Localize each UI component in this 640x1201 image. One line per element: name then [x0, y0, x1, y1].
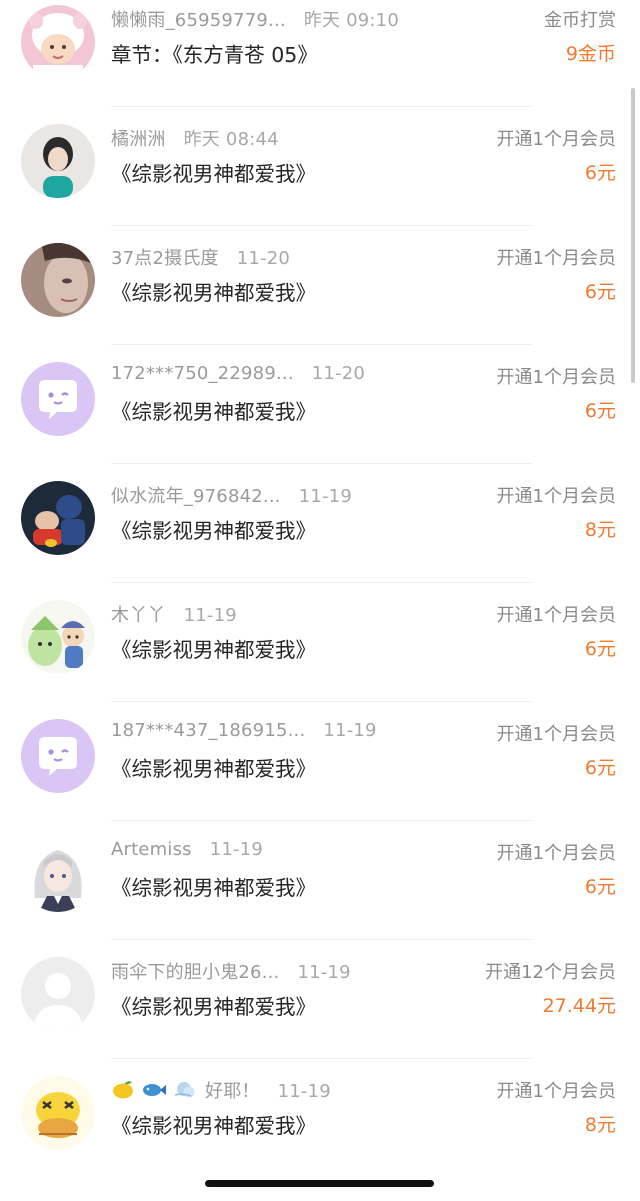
anime-girl-avatar-image	[21, 838, 95, 912]
time-stamp: 11-19	[297, 962, 351, 983]
transaction-type: 开通1个月会员	[496, 605, 616, 626]
amount: 6元	[584, 757, 616, 779]
amount: 6元	[584, 400, 616, 422]
user-name: 雨伞下的胆小鬼26... 11-19	[111, 962, 351, 983]
transaction-type: 开通1个月会员	[496, 486, 616, 507]
time-stamp: 11-20	[311, 363, 366, 384]
book-title: 《综影视男神都爱我》	[111, 519, 316, 543]
transaction-type: 开通1个月会员	[496, 1081, 616, 1102]
face-avatar-image	[21, 243, 95, 317]
time-stamp: 昨天 08:44	[183, 129, 279, 150]
transaction-type: 开通1个月会员	[496, 724, 616, 745]
wind-icon	[174, 1082, 195, 1098]
cartoon-avatar-image	[21, 481, 95, 555]
transaction-type: 开通1个月会员	[496, 843, 616, 864]
time-stamp: 11-19	[323, 720, 377, 741]
list-item[interactable]: 172***750_22989... 11-20 《综影视男神都爱我》 开通1个月…	[0, 345, 640, 464]
book-title: 章节：《东方青苍 05》	[111, 43, 318, 67]
avatar[interactable]	[21, 719, 95, 793]
transaction-type: 开通1个月会员	[496, 367, 616, 388]
chat-bubble-icon	[21, 362, 95, 436]
user-name: 似水流年_976842... 11-19	[111, 486, 352, 507]
user-name: Artemiss 11-19	[111, 839, 264, 860]
user-name: 好耶！ 11-19	[111, 1077, 331, 1103]
user-name: 木丫丫 11-19	[111, 605, 237, 626]
chat-bubble-icon	[21, 719, 95, 793]
scrollbar[interactable]	[631, 88, 635, 383]
transaction-type: 开通1个月会员	[496, 248, 616, 269]
avatar[interactable]	[21, 838, 95, 912]
amount: 8元	[584, 519, 616, 541]
lemon-cartoon-avatar-image	[21, 1076, 95, 1150]
transaction-type: 开通1个月会员	[496, 129, 616, 150]
amount: 8元	[584, 1114, 616, 1136]
fish-icon	[143, 1084, 166, 1096]
list-item[interactable]: Artemiss 11-19 《综影视男神都爱我》 开通1个月会员 6元	[0, 821, 640, 940]
amount: 6元	[584, 281, 616, 303]
list-item[interactable]: 好耶！ 11-19 《综影视男神都爱我》 开通1个月会员 8元	[0, 1059, 640, 1178]
user-name: 橘洲洲 昨天 08:44	[111, 129, 279, 150]
time-stamp: 11-19	[277, 1081, 331, 1102]
list-item[interactable]: 187***437_186915... 11-19 《综影视男神都爱我》 开通1个…	[0, 702, 640, 821]
amount: 6元	[584, 162, 616, 184]
cartoon-characters-avatar-image	[21, 600, 95, 674]
person-avatar-image	[21, 124, 95, 198]
list-item[interactable]: 懒懒雨_65959779... 昨天 09:10 章节：《东方青苍 05》 金币打…	[0, 0, 640, 107]
avatar[interactable]	[21, 243, 95, 317]
default-person-icon	[21, 957, 95, 1031]
book-title: 《综影视男神都爱我》	[111, 995, 316, 1019]
user-name: 172***750_22989... 11-20	[111, 363, 366, 384]
list-item[interactable]: 雨伞下的胆小鬼26... 11-19 《综影视男神都爱我》 开通12个月会员 27…	[0, 940, 640, 1059]
user-name: 懒懒雨_65959779... 昨天 09:10	[111, 10, 399, 31]
time-stamp: 11-19	[209, 839, 264, 860]
avatar[interactable]	[21, 481, 95, 555]
book-title: 《综影视男神都爱我》	[111, 1114, 316, 1138]
time-stamp: 昨天 09:10	[303, 10, 399, 31]
list-item[interactable]: 37点2摄氏度 11-20 《综影视男神都爱我》 开通1个月会员 6元	[0, 226, 640, 345]
list-item[interactable]: 木丫丫 11-19 《综影视男神都爱我》 开通1个月会员 6元	[0, 583, 640, 702]
time-stamp: 11-19	[183, 605, 237, 626]
time-stamp: 11-20	[236, 248, 291, 269]
transaction-type: 金币打赏	[544, 10, 616, 31]
user-name: 187***437_186915... 11-19	[111, 720, 377, 741]
list-item[interactable]: 橘洲洲 昨天 08:44 《综影视男神都爱我》 开通1个月会员 6元	[0, 107, 640, 226]
lemon-icon	[113, 1081, 133, 1099]
book-title: 《综影视男神都爱我》	[111, 400, 316, 424]
list-item[interactable]: 似水流年_976842... 11-19 《综影视男神都爱我》 开通1个月会员 8…	[0, 464, 640, 583]
avatar[interactable]	[21, 124, 95, 198]
avatar[interactable]	[21, 957, 95, 1031]
transaction-type: 开通12个月会员	[485, 962, 616, 983]
baby-avatar-image	[21, 5, 95, 79]
avatar[interactable]	[21, 1076, 95, 1150]
avatar[interactable]	[21, 362, 95, 436]
home-indicator[interactable]	[205, 1180, 434, 1187]
book-title: 《综影视男神都爱我》	[111, 876, 316, 900]
book-title: 《综影视男神都爱我》	[111, 281, 316, 305]
book-title: 《综影视男神都爱我》	[111, 757, 316, 781]
amount: 27.44元	[542, 995, 616, 1017]
amount: 9金币	[565, 43, 616, 65]
user-name: 37点2摄氏度 11-20	[111, 248, 291, 269]
amount: 6元	[584, 638, 616, 660]
avatar[interactable]	[21, 5, 95, 79]
avatar[interactable]	[21, 600, 95, 674]
time-stamp: 11-19	[298, 486, 352, 507]
amount: 6元	[584, 876, 616, 898]
book-title: 《综影视男神都爱我》	[111, 162, 316, 186]
book-title: 《综影视男神都爱我》	[111, 638, 316, 662]
